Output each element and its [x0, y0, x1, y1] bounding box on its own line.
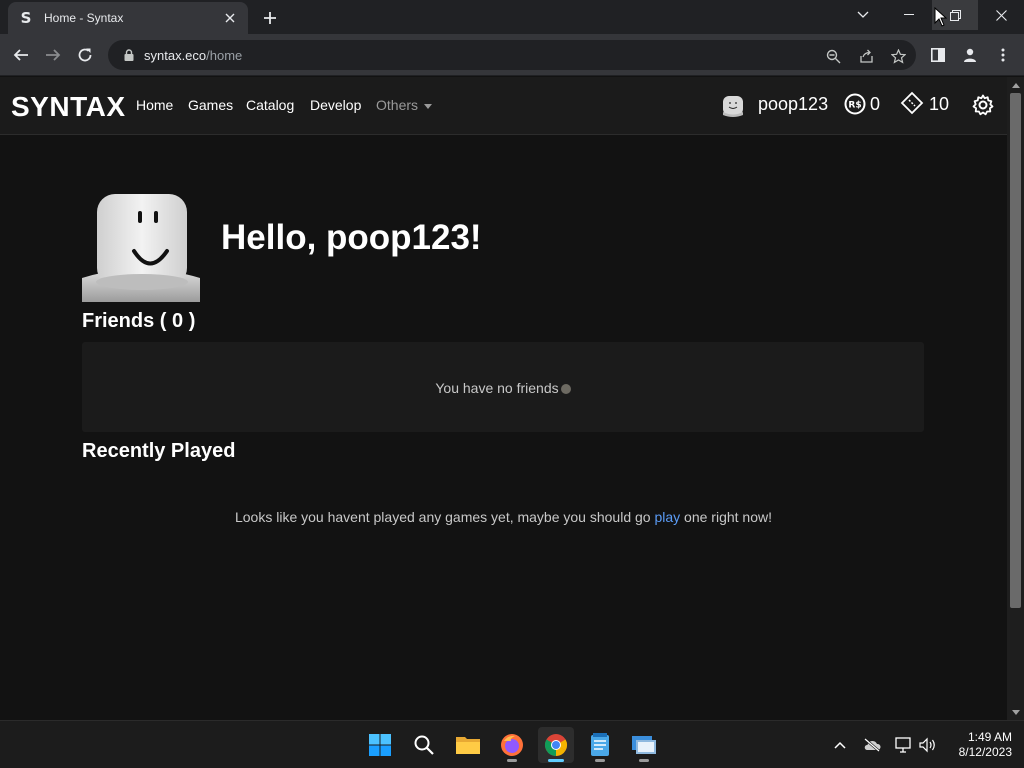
back-icon[interactable] — [8, 42, 34, 68]
clock-time: 1:49 AM — [967, 730, 1012, 744]
tab-search-icon[interactable] — [840, 0, 886, 30]
user-avatar-icon[interactable] — [720, 93, 746, 119]
taskbar-search-button[interactable] — [406, 727, 442, 763]
taskbar-file-explorer[interactable] — [450, 727, 486, 763]
taskbar-chrome[interactable] — [538, 727, 574, 763]
chrome-running-indicator — [548, 759, 564, 762]
caret-down-icon — [424, 103, 433, 109]
browser-menu-icon[interactable] — [990, 42, 1016, 68]
taskbar-remote-desktop[interactable] — [626, 727, 662, 763]
taskbar-firefox[interactable] — [494, 727, 530, 763]
friends-empty-message: You have no friends — [82, 380, 924, 396]
share-icon[interactable] — [857, 47, 875, 65]
zoom-icon[interactable] — [824, 47, 842, 65]
robux-balance[interactable]: 0 — [870, 94, 880, 115]
tab-title: Home - Syntax — [44, 11, 124, 25]
windows-taskbar: 1:49 AM 8/12/2023 — [0, 720, 1024, 768]
search-icon — [414, 735, 434, 755]
start-button[interactable] — [362, 727, 398, 763]
mouse-cursor-icon — [934, 7, 948, 27]
notepad-icon — [591, 733, 609, 756]
lock-icon[interactable] — [122, 48, 136, 62]
profile-icon[interactable] — [957, 42, 983, 68]
system-clock[interactable]: 1:49 AM 8/12/2023 — [948, 730, 1012, 760]
windows-logo-icon — [369, 734, 391, 756]
chrome-icon — [545, 734, 567, 756]
scroll-down-icon[interactable] — [1007, 706, 1024, 718]
site-navbar: SYNTAX Home Games Catalog Develop Others… — [0, 77, 1007, 135]
friends-panel: You have no friends — [82, 342, 924, 432]
url-text: syntax.eco/home — [144, 47, 243, 63]
ticket-balance[interactable]: 10 — [929, 94, 949, 115]
show-hidden-icons[interactable] — [830, 735, 850, 755]
recently-played-heading: Recently Played — [82, 440, 236, 462]
clock-date: 8/12/2023 — [958, 745, 1012, 759]
nav-games[interactable]: Games — [188, 97, 233, 113]
nav-home[interactable]: Home — [136, 97, 173, 113]
notepad-running-indicator — [595, 759, 605, 762]
firefox-icon — [501, 734, 523, 756]
sad-emoji-icon — [560, 384, 571, 394]
remote-desktop-running-indicator — [639, 759, 649, 762]
page-scrollbar[interactable] — [1007, 77, 1024, 720]
browser-tab[interactable]: S Home - Syntax — [8, 2, 248, 34]
scroll-thumb[interactable] — [1010, 93, 1021, 608]
profile-avatar[interactable] — [82, 194, 200, 302]
nav-others-dropdown[interactable]: Others — [376, 97, 433, 113]
window-close-icon[interactable] — [978, 0, 1024, 30]
reload-icon[interactable] — [72, 42, 98, 68]
forward-icon[interactable] — [40, 42, 66, 68]
taskbar-notepad[interactable] — [582, 727, 618, 763]
network-icon[interactable] — [894, 735, 914, 755]
svg-text:R$: R$ — [848, 101, 861, 111]
recently-played-empty-message: Looks like you havent played any games y… — [234, 509, 772, 525]
scroll-up-icon[interactable] — [1007, 79, 1024, 91]
onedrive-offline-icon[interactable] — [862, 735, 882, 755]
settings-gear-icon[interactable] — [971, 93, 995, 117]
nav-username[interactable]: poop123 — [758, 94, 828, 115]
minimize-icon[interactable] — [886, 0, 932, 30]
nav-others-label: Others — [376, 97, 419, 113]
robux-icon: R$ — [844, 93, 866, 115]
greeting-heading: Hello, poop123! — [221, 218, 482, 257]
brand-logo[interactable]: SYNTAX — [11, 91, 126, 123]
firefox-running-indicator — [507, 759, 517, 762]
nav-develop[interactable]: Develop — [310, 97, 361, 113]
ticket-icon — [900, 91, 924, 115]
close-tab-icon[interactable] — [222, 10, 238, 26]
side-panel-icon[interactable] — [925, 42, 951, 68]
address-bar[interactable]: syntax.eco/home — [108, 40, 916, 70]
browser-toolbar: syntax.eco/home — [0, 34, 1024, 76]
friends-heading: Friends ( 0 ) — [82, 310, 196, 332]
folder-icon — [456, 737, 480, 754]
new-tab-icon[interactable] — [258, 6, 282, 30]
main-content: Hello, poop123! Friends ( 0 ) You have n… — [0, 136, 1007, 720]
bookmark-star-icon[interactable] — [889, 47, 907, 65]
tab-favicon: S — [20, 9, 32, 27]
browser-titlebar: S Home - Syntax — [0, 0, 1024, 34]
play-link[interactable]: play — [654, 509, 680, 525]
volume-icon[interactable] — [918, 735, 938, 755]
remote-desktop-icon — [632, 736, 656, 754]
nav-catalog[interactable]: Catalog — [246, 97, 294, 113]
